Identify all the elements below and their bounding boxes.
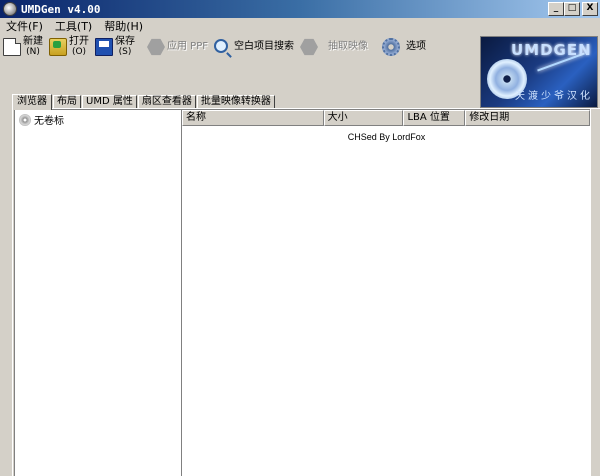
title-bar[interactable]: UMDGen v4.00 _ □ X xyxy=(0,0,600,18)
column-size[interactable]: 大小 xyxy=(323,110,404,126)
apply-ppf-label: 应用 PPF xyxy=(167,41,208,52)
folder-tree[interactable]: 无卷标 xyxy=(14,109,181,476)
umdgen-logo: UMDGEN 天渡少爷汉化 xyxy=(480,36,598,108)
new-button[interactable]: 新建 (N) xyxy=(0,35,46,59)
logo-text: UMDGEN xyxy=(511,41,592,59)
tab-batch-converter[interactable]: 批量映像转换器 xyxy=(196,95,275,109)
extract-icon xyxy=(300,38,318,56)
options-button[interactable]: 选项 xyxy=(379,35,429,59)
save-button[interactable]: 保存 (S) xyxy=(92,35,138,59)
credit-text: CHSed By LordFox xyxy=(347,132,426,142)
menu-bar: 文件(F) 工具(T) 帮助(H) xyxy=(0,18,600,34)
save-shortcut: (S) xyxy=(118,47,132,57)
menu-help[interactable]: 帮助(H) xyxy=(98,18,149,34)
save-label: 保存 xyxy=(115,36,135,47)
apply-ppf-button[interactable]: 应用 PPF xyxy=(144,35,211,59)
close-button[interactable]: X xyxy=(582,2,598,16)
disc-icon xyxy=(19,113,31,126)
column-modified-date[interactable]: 修改日期 xyxy=(465,110,590,126)
tree-root-label: 无卷标 xyxy=(34,116,64,127)
new-file-icon xyxy=(3,38,21,56)
menu-file[interactable]: 文件(F) xyxy=(0,18,49,34)
gear-icon xyxy=(382,38,400,56)
tab-umd-properties[interactable]: UMD 属性 xyxy=(82,95,137,109)
logo-subtitle: 天渡少爷汉化 xyxy=(515,91,593,102)
file-list[interactable]: 名称 大小 LBA 位置 修改日期 CHSed By LordFox xyxy=(181,109,590,476)
column-lba[interactable]: LBA 位置 xyxy=(403,110,466,126)
window-title: UMDGen v4.00 xyxy=(21,2,101,16)
extract-image-button[interactable]: 抽取映像 xyxy=(297,35,371,59)
ppf-patch-icon xyxy=(147,38,165,56)
open-shortcut: (O) xyxy=(71,47,87,57)
toolbar: 新建 (N) 打开 (O) 保存 (S) 应用 PPF 空白项目搜索 抽取映像 选项 xyxy=(0,34,480,60)
open-button[interactable]: 打开 (O) xyxy=(46,35,92,59)
tab-browser[interactable]: 浏览器 xyxy=(12,94,52,110)
tab-layout[interactable]: 布局 xyxy=(53,95,81,109)
app-disc-icon[interactable] xyxy=(3,2,17,16)
minimize-button[interactable]: _ xyxy=(548,2,564,16)
tab-strip: 浏览器 布局 UMD 属性 扇区查看器 批量映像转换器 xyxy=(12,93,276,110)
tree-root-item[interactable]: 无卷标 xyxy=(19,112,64,127)
blank-search-button[interactable]: 空白项目搜索 xyxy=(211,35,297,59)
magnifier-icon xyxy=(214,39,228,53)
extract-image-label: 抽取映像 xyxy=(328,41,368,52)
new-label: 新建 xyxy=(23,36,43,47)
menu-tools[interactable]: 工具(T) xyxy=(49,18,98,34)
options-label: 选项 xyxy=(406,41,426,52)
tab-sector-viewer[interactable]: 扇区查看器 xyxy=(137,95,196,109)
open-label: 打开 xyxy=(69,36,89,47)
new-shortcut: (N) xyxy=(26,47,40,57)
save-disk-icon xyxy=(95,38,113,56)
list-header: 名称 大小 LBA 位置 修改日期 xyxy=(182,110,590,126)
column-name[interactable]: 名称 xyxy=(182,110,324,126)
maximize-button[interactable]: □ xyxy=(564,2,580,16)
window-controls: _ □ X xyxy=(548,2,598,16)
window-edge xyxy=(590,109,600,476)
blank-search-label: 空白项目搜索 xyxy=(234,41,294,52)
open-folder-icon xyxy=(49,38,67,56)
